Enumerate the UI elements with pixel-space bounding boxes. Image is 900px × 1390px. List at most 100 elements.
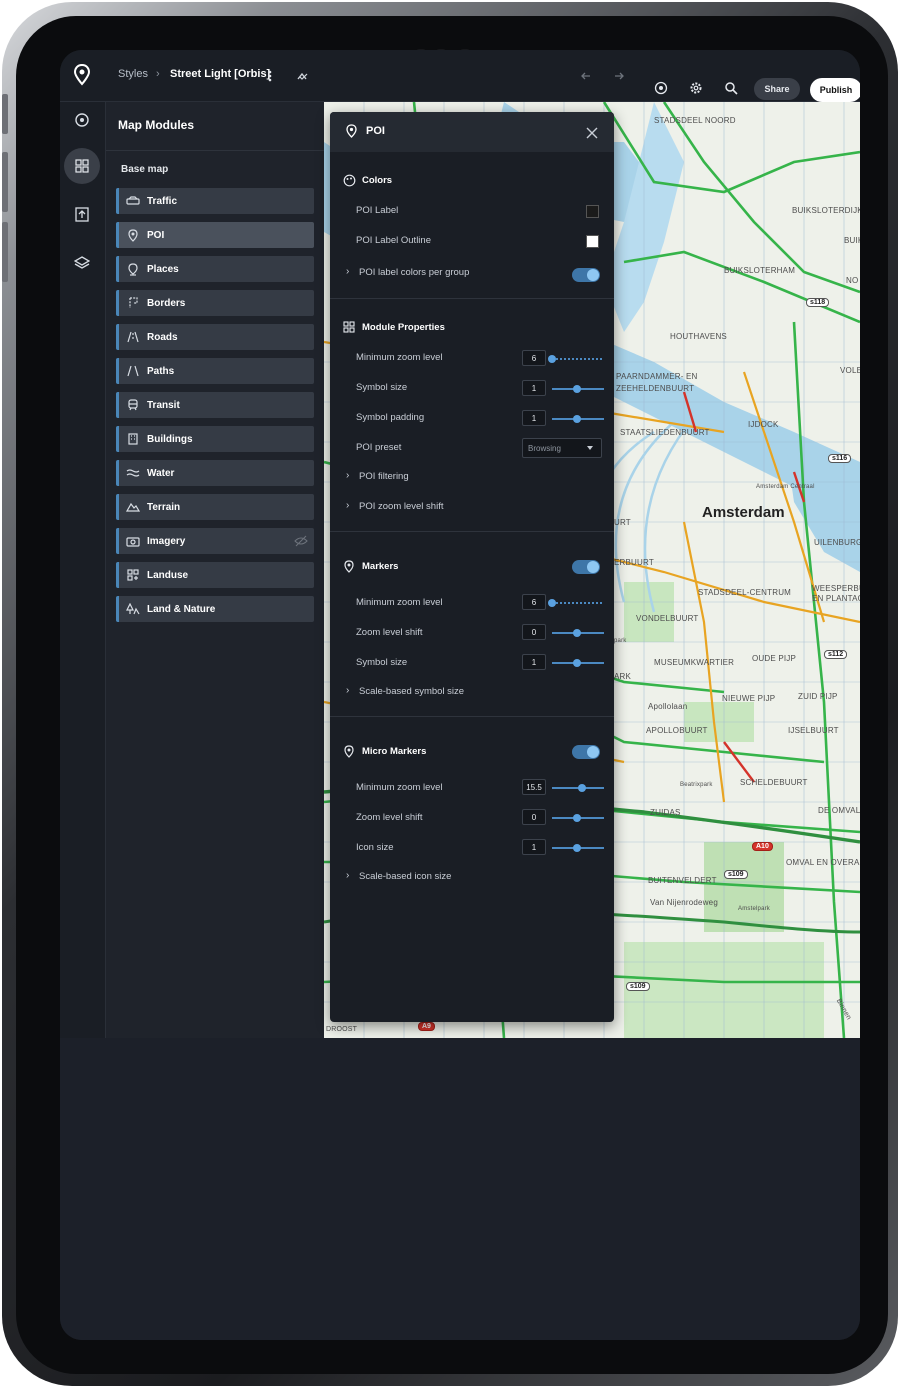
slider-handle[interactable] [578, 784, 586, 792]
publish-button[interactable]: Publish [810, 78, 860, 102]
micro-markers-toggle[interactable] [572, 745, 600, 759]
module-item-paths[interactable]: Paths [116, 358, 314, 384]
pin-icon [342, 744, 356, 758]
module-item-terrain[interactable]: Terrain [116, 494, 314, 520]
micro-icon-size-input[interactable]: 1 [522, 839, 546, 855]
module-label: Transit [147, 399, 180, 411]
map-label: VONDELBUURT [636, 614, 699, 623]
slider-handle[interactable] [573, 415, 581, 423]
road-shield: A9 [418, 1022, 435, 1031]
cloud-sync-icon[interactable] [292, 66, 312, 86]
module-item-poi[interactable]: POI [116, 222, 314, 248]
map-label: STAATSLIEDENBUURT [620, 428, 710, 437]
eye-off-icon[interactable] [294, 534, 308, 552]
rail-modules-icon[interactable] [64, 148, 100, 184]
map-label: Amstelpark [738, 906, 771, 912]
slider-handle[interactable] [573, 385, 581, 393]
rail-upload-icon[interactable] [64, 196, 100, 232]
place-pin-icon [119, 262, 147, 276]
colors-per-group-label[interactable]: POI label colors per group [359, 267, 469, 278]
chevron-right-icon[interactable]: › [346, 266, 349, 277]
poi-settings-panel: POI Colors POI Label POI Label Outline ›… [330, 112, 614, 1022]
symbol-size-input[interactable]: 1 [522, 380, 546, 396]
divider [330, 716, 614, 717]
module-item-roads[interactable]: Roads [116, 324, 314, 350]
module-item-land-nature[interactable]: Land & Nature [116, 596, 314, 622]
gear-icon[interactable] [686, 78, 706, 98]
chevron-right-icon[interactable]: › [346, 870, 349, 881]
search-icon[interactable] [721, 78, 741, 98]
map-label: Beatrixpark [680, 782, 713, 788]
min-zoom-label: Minimum zoom level [356, 352, 443, 363]
markers-zoom-shift-label: Zoom level shift [356, 627, 423, 638]
poi-filtering-expander[interactable]: POI filtering [359, 471, 409, 482]
poi-zoom-shift-expander[interactable]: POI zoom level shift [359, 501, 443, 512]
module-item-borders[interactable]: Borders [116, 290, 314, 316]
volume-down-button [2, 222, 8, 282]
map-label: UILENBURG [814, 538, 860, 547]
module-item-buildings[interactable]: Buildings [116, 426, 314, 452]
undo-icon[interactable] [577, 66, 597, 86]
markers-zoom-shift-input[interactable]: 0 [522, 624, 546, 640]
module-label: Traffic [147, 195, 178, 207]
symbol-padding-input[interactable]: 1 [522, 410, 546, 426]
module-properties-title: Module Properties [362, 322, 445, 333]
rail-style-icon[interactable] [64, 102, 100, 138]
map-label: Apollolaan [648, 702, 688, 711]
chevron-right-icon[interactable]: › [346, 470, 349, 481]
scale-symbol-size-expander[interactable]: Scale-based symbol size [359, 686, 464, 697]
markers-symbol-size-input[interactable]: 1 [522, 654, 546, 670]
poi-label-outline-label: POI Label Outline [356, 235, 431, 246]
poi-label-outline-swatch[interactable] [586, 235, 599, 248]
breadcrumb-styles[interactable]: Styles [118, 68, 148, 80]
mountain-icon [119, 502, 147, 512]
close-icon[interactable] [586, 126, 598, 144]
module-item-imagery[interactable]: Imagery [116, 528, 314, 554]
slider-handle[interactable] [573, 629, 581, 637]
markers-toggle[interactable] [572, 560, 600, 574]
app-logo-icon[interactable] [74, 64, 90, 86]
markers-min-zoom-label: Minimum zoom level [356, 597, 443, 608]
map-label: APOLLOBUURT [646, 726, 708, 735]
map-label: BUITENVELDERT [648, 876, 717, 885]
module-item-water[interactable]: Water [116, 460, 314, 486]
slider-handle[interactable] [548, 599, 556, 607]
micro-min-zoom-input[interactable]: 15.5 [522, 779, 546, 795]
chevron-right-icon[interactable]: › [346, 500, 349, 511]
palette-icon[interactable] [651, 78, 671, 98]
poi-preset-select[interactable]: Browsing [522, 438, 602, 458]
micro-zoom-shift-input[interactable]: 0 [522, 809, 546, 825]
chevron-right-icon[interactable]: › [346, 685, 349, 696]
map-label: ZEEHELDENBUURT [616, 384, 695, 393]
map-label: ARK [614, 672, 632, 681]
module-item-transit[interactable]: Transit [116, 392, 314, 418]
volume-up-button [2, 152, 8, 212]
min-zoom-input[interactable]: 6 [522, 350, 546, 366]
module-item-traffic[interactable]: Traffic [116, 188, 314, 214]
slider-handle[interactable] [548, 355, 556, 363]
base-map-label: Base map [121, 164, 169, 175]
palette-icon [342, 173, 356, 187]
slider-handle[interactable] [573, 844, 581, 852]
slider-handle[interactable] [573, 659, 581, 667]
markers-min-zoom-slider[interactable] [552, 602, 604, 604]
min-zoom-slider[interactable] [552, 358, 604, 360]
markers-symbol-size-label: Symbol size [356, 657, 408, 668]
scale-icon-size-expander[interactable]: Scale-based icon size [359, 871, 451, 882]
map-label: BUIK [844, 236, 860, 245]
slider-handle[interactable] [573, 814, 581, 822]
water-icon [119, 468, 147, 478]
map-label: DE OMVAL [818, 806, 860, 815]
module-item-places[interactable]: Places [116, 256, 314, 282]
rail-layers-icon[interactable] [64, 245, 100, 281]
redo-icon[interactable] [608, 66, 628, 86]
module-item-landuse[interactable]: Landuse [116, 562, 314, 588]
colors-per-group-toggle[interactable] [572, 268, 600, 282]
markers-min-zoom-input[interactable]: 6 [522, 594, 546, 610]
style-name[interactable]: Street Light [Orbis] [170, 68, 270, 80]
divider [106, 150, 324, 151]
more-vertical-icon[interactable] [260, 66, 280, 86]
share-button[interactable]: Share [754, 78, 800, 100]
poi-label-color-swatch[interactable] [586, 205, 599, 218]
path-icon [119, 365, 147, 377]
